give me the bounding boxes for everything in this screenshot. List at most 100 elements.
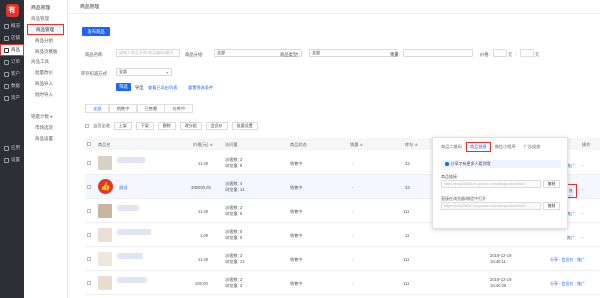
wx-link-field[interactable]: https://shop28000.m.youzan.com/wscgoods/… [441, 202, 541, 210]
nav-item-customer[interactable]: 客户 [0, 68, 24, 80]
tab-on-sale[interactable]: 销售中 [108, 104, 138, 113]
promote-link[interactable]: 推广 [567, 211, 575, 217]
more-icon[interactable]: ··· [580, 187, 584, 192]
batch-actions: 当页全选 上架 下架 删除 改分组 会员价 批量设置 [85, 122, 258, 130]
table-row: 100.00 访客数: 2 浏览量: 3 销售中 - 111 2019-12-1… [85, 271, 600, 295]
nav-item-apps[interactable]: 应用 [0, 142, 24, 154]
subnav-item-goods-group[interactable]: 商品分组 [24, 35, 67, 46]
chevron-down-icon: ▼ [165, 71, 169, 75]
change-group-button[interactable]: 改分组 [179, 122, 202, 130]
tab-ad[interactable]: 广告投放 [520, 142, 545, 152]
filter-button[interactable]: 筛选 [116, 83, 131, 91]
nav-item-overview[interactable]: 概况 [0, 20, 24, 32]
subnav-item-goods-template[interactable]: 商品页模板 [24, 46, 67, 57]
tab-all[interactable]: 全部 [85, 104, 110, 113]
subnav-item-batch-price[interactable]: 批量改价 [24, 67, 67, 78]
order-icon [4, 59, 9, 65]
batch-settings-button[interactable]: 批量设置 [231, 122, 258, 130]
delete-button[interactable]: 删除 [157, 122, 176, 130]
status-tabs: 全部 销售中 已售罄 仓库中 [85, 104, 194, 113]
row-checkbox[interactable] [87, 209, 91, 213]
app-window: { "rail": { "items": [ {"label": "概况", "… [0, 0, 600, 298]
member-price-button[interactable]: 会员价 [205, 122, 228, 130]
table-row: 11.00 访客数: 3 浏览量: 13 销售中 - 111 2019-12-1… [85, 247, 600, 271]
row-checkbox[interactable] [87, 185, 91, 189]
product-thumbnail-icon[interactable] [98, 204, 112, 218]
product-thumbnail-icon[interactable] [98, 156, 112, 170]
nav-item-settings[interactable]: 设置 [0, 154, 24, 166]
row-checkbox[interactable] [87, 161, 91, 165]
subnav-item-batch-import[interactable]: 批时导入 [24, 89, 67, 100]
header-checkbox[interactable] [87, 142, 91, 146]
promote-link-highlight[interactable]: 推广 [567, 184, 577, 200]
more-icon[interactable]: ··· [580, 211, 584, 216]
promote-link[interactable]: 推广 [567, 163, 575, 169]
sales-input[interactable] [403, 49, 473, 57]
customer-icon [4, 71, 9, 77]
tab-mini-program[interactable]: 微信小程序 [491, 142, 520, 152]
view-export-link[interactable]: 查看已导出列表 [148, 85, 177, 91]
overview-icon [4, 23, 9, 29]
row-checkbox[interactable] [87, 281, 91, 285]
col-price[interactable]: 价格(元) ≑ [193, 142, 213, 148]
col-actions: 操作 [582, 142, 591, 147]
col-status: 商品状态 [290, 142, 307, 147]
select-all-checkbox[interactable] [85, 124, 89, 128]
subnav-item-goods-settings[interactable]: 商品设置 [24, 133, 67, 144]
stock-deduct-select[interactable]: 全部 ▼ [116, 68, 172, 76]
thumbs-up-icon[interactable]: 👍 [98, 179, 113, 194]
col-visits: 访问量 [225, 142, 238, 147]
col-sales[interactable]: 销量 ≑ [350, 142, 363, 148]
subnav-group-tools: 商品工具 [31, 59, 49, 64]
data-icon [4, 83, 9, 89]
col-goods-name: 商品名 [98, 142, 111, 147]
goods-type-select[interactable]: 全部 ▼ [309, 49, 397, 57]
nav-item-data[interactable]: 数据 [0, 80, 24, 92]
row-checkbox[interactable] [87, 233, 91, 237]
subnav-item-market[interactable]: 市场选货 [24, 122, 67, 133]
subnav-title: 商品管理 [31, 5, 51, 11]
list-on-button[interactable]: 上架 [113, 122, 132, 130]
row-checkbox[interactable] [87, 257, 91, 261]
row-actions[interactable]: 分享 · 会员价 · 推广 [550, 281, 585, 287]
col-stock[interactable]: 库存 ≑ [405, 142, 418, 148]
price-min-input[interactable] [493, 49, 507, 57]
more-icon[interactable]: ··· [580, 235, 584, 240]
price-max-input[interactable] [520, 49, 534, 57]
promote-popover: 商品二维码 商品链接 微信小程序 广告投放 分享才有更多人看到哦 商品链接 ht… [432, 137, 568, 229]
store-icon [4, 35, 9, 41]
export-button[interactable]: 导出 [135, 85, 144, 91]
share-notice: 分享才有更多人看到哦 [441, 160, 561, 168]
tab-sold-out[interactable]: 已售罄 [136, 104, 166, 113]
asset-icon [4, 95, 9, 101]
product-thumbnail-icon[interactable] [98, 228, 112, 242]
product-name-link[interactable]: 测试 [119, 185, 127, 191]
nav-item-store[interactable]: 店铺 [0, 32, 24, 44]
nav-item-asset[interactable]: 资产 [0, 92, 24, 104]
promote-link[interactable]: 推广 [567, 235, 575, 241]
product-thumbnail-icon[interactable] [98, 276, 112, 290]
nav-item-order[interactable]: 订单 [0, 56, 24, 68]
tab-goods-link[interactable]: 商品链接 [466, 142, 491, 152]
reset-filter-link[interactable]: 重置筛选条件 [188, 85, 213, 91]
goods-link-field[interactable]: https://shop28000.m.youzan.com/wscgoods/… [441, 180, 541, 188]
more-icon[interactable]: ··· [580, 163, 584, 168]
app-logo[interactable]: 有 [0, 0, 24, 20]
product-thumbnail-icon[interactable] [98, 252, 112, 266]
subnav-group-sales[interactable]: 销量计数 ▾ [24, 112, 67, 122]
subnav-item-import[interactable]: 商品导入 [24, 78, 67, 89]
list-off-button[interactable]: 下架 [135, 122, 154, 130]
copy-link-button[interactable]: 复制 [543, 180, 560, 188]
subnav-item-goods-manage[interactable]: 商品管理 [27, 24, 64, 35]
filter-type-label: 商品类型: [280, 52, 299, 57]
promote-link[interactable]: 推广 [569, 188, 576, 200]
tab-warehouse[interactable]: 仓库中 [164, 104, 194, 113]
apps-icon [4, 145, 9, 151]
publish-goods-button[interactable]: 发布商品 [82, 27, 110, 36]
row-actions[interactable]: 分享 · 会员价 · 推广 [550, 257, 585, 263]
tab-qrcode[interactable]: 商品二维码 [437, 142, 466, 152]
copy-wx-link-button[interactable]: 复制 [543, 202, 560, 210]
filter-group-label: 商品分组: [185, 52, 204, 57]
goods-name-input[interactable]: 请输入商品名称/商品编码/编号 [116, 49, 180, 57]
nav-item-goods[interactable]: 商品 [0, 44, 24, 56]
